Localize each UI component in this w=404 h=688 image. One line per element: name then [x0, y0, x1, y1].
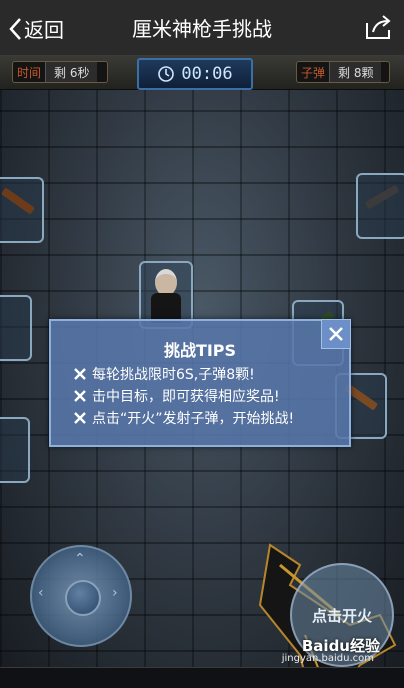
- back-label: 返回: [24, 18, 64, 42]
- arrow-right-icon: ›: [112, 585, 118, 601]
- page-title: 厘米神枪手挑战: [132, 17, 272, 41]
- character-head: [155, 269, 177, 296]
- tip-item: 点击“开火”发射子弹，开始挑战!: [73, 407, 294, 429]
- tip-text: 每轮挑战限时6S,子弹8颗!: [92, 367, 255, 383]
- fire-label: 点击开火: [311, 606, 372, 625]
- dialog-title: 挑战TIPS: [163, 341, 237, 360]
- ammo-value: 剩 8颗: [329, 62, 382, 82]
- nav-bar: 返回 厘米神枪手挑战: [0, 0, 404, 55]
- bottom-bar: [0, 667, 404, 688]
- close-button[interactable]: [321, 319, 351, 349]
- arrow-up-icon: ⌃: [74, 551, 86, 567]
- gun-prize-icon: [364, 184, 400, 210]
- countdown-timer: 00:06: [137, 58, 253, 90]
- clock-icon: [158, 66, 175, 82]
- tip-text: 点击“开火”发射子弹，开始挑战!: [92, 411, 295, 427]
- tip-text: 击中目标，即可获得相应奖品!: [92, 389, 280, 405]
- tip-item: 击中目标，即可获得相应奖品!: [73, 385, 294, 407]
- prize-frame: [0, 295, 32, 361]
- tips-list: 每轮挑战限时6S,子弹8颗! 击中目标，即可获得相应奖品! 点击“开火”发射子弹…: [73, 363, 294, 429]
- hud-bar: 时间 剩 6秒 00:06 子弹 剩 8颗: [0, 55, 404, 90]
- time-value: 剩 6秒: [45, 62, 98, 82]
- joystick-knob[interactable]: [65, 580, 101, 616]
- watermark-url: jingyan.baidu.com: [281, 653, 374, 664]
- crossed-swords-icon: [74, 368, 86, 380]
- time-label: 时间: [17, 65, 42, 80]
- movement-joystick[interactable]: ⌃ ‹ ›: [30, 545, 132, 647]
- timer-value: 00:06: [181, 64, 233, 84]
- prize-frame: [0, 417, 30, 483]
- crossed-swords-icon: [74, 412, 86, 424]
- tip-item: 每轮挑战限时6S,子弹8颗!: [73, 363, 294, 385]
- close-icon: [329, 327, 343, 341]
- back-button[interactable]: 返回: [8, 14, 64, 43]
- ammo-counter: 子弹 剩 8颗: [296, 61, 390, 83]
- share-icon[interactable]: [364, 13, 394, 41]
- chevron-left-icon: [9, 17, 21, 40]
- time-counter: 时间 剩 6秒: [12, 61, 108, 83]
- arrow-left-icon: ‹: [38, 585, 44, 601]
- ammo-label: 子弹: [301, 65, 326, 80]
- gun-prize-icon: [0, 187, 36, 215]
- prize-frame: [356, 173, 404, 239]
- prize-frame: [0, 177, 44, 243]
- game-area: 时间 剩 6秒 00:06 子弹 剩 8颗 挑战TIPS 每轮挑战限时6S,子弹…: [0, 55, 404, 688]
- crossed-swords-icon: [74, 390, 86, 402]
- tips-dialog: 挑战TIPS 每轮挑战限时6S,子弹8颗! 击中目标，即可获得相应奖品! 点击“…: [49, 319, 351, 447]
